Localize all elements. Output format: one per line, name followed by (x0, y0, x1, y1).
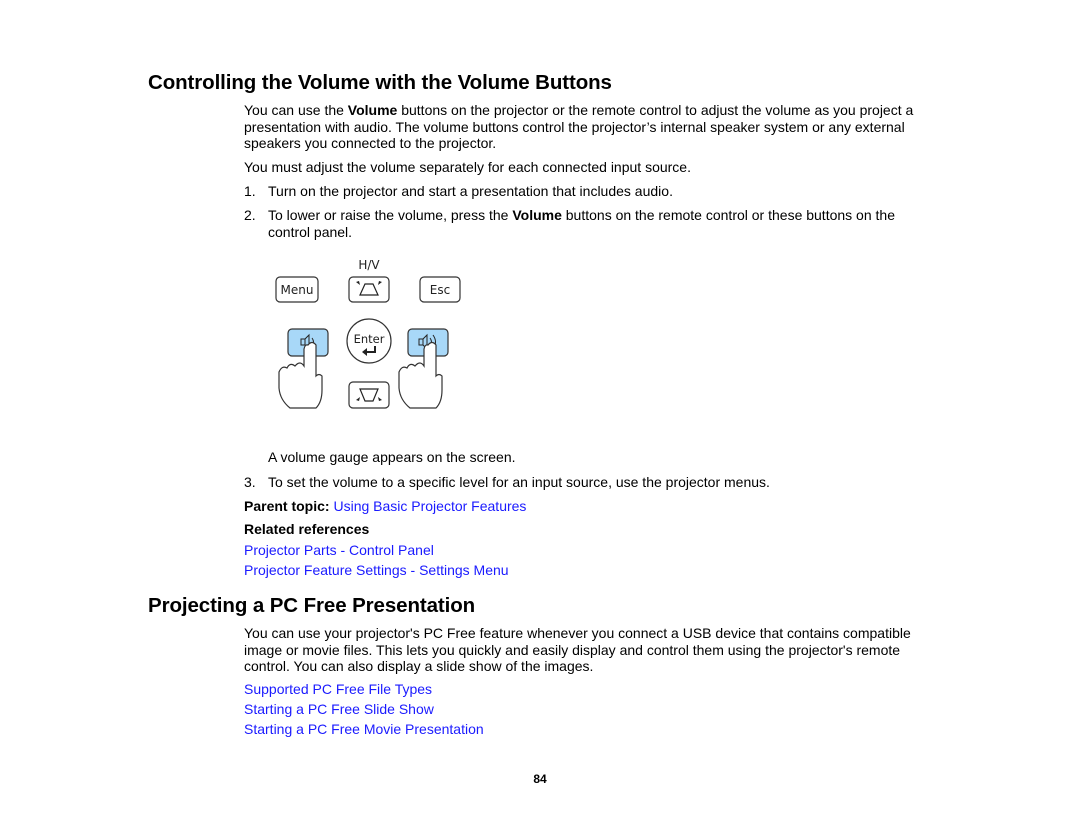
pc-free-link-3-row: Starting a PC Free Movie Presentation (244, 721, 934, 738)
step-text: To set the volume to a specific level fo… (268, 474, 770, 490)
pc-free-link-1-row: Supported PC Free File Types (244, 681, 934, 698)
esc-button[interactable]: Esc (419, 276, 461, 303)
volume-note: You must adjust the volume separately fo… (244, 159, 691, 175)
control-panel-illustration: H/V Menu Esc Enter (270, 252, 470, 417)
step-2: 2. To lower or raise the volume, press t… (244, 207, 934, 240)
related-link-settings-menu[interactable]: Projector Feature Settings - Settings Me… (244, 562, 509, 578)
step-number: 3. (244, 474, 256, 490)
section-title-pc-free: Projecting a PC Free Presentation (148, 594, 476, 617)
enter-button[interactable]: Enter (346, 318, 392, 364)
parent-topic-label: Parent topic: (244, 498, 330, 514)
link-slide-show[interactable]: Starting a PC Free Slide Show (244, 701, 434, 717)
step-text: Turn on the projector and start a presen… (268, 183, 673, 199)
parent-topic-link[interactable]: Using Basic Projector Features (333, 498, 526, 514)
intro-text-pre: You can use the (244, 102, 348, 118)
hv-label: H/V (358, 258, 380, 272)
intro-text-bold: Volume (347, 102, 398, 118)
menu-label: Menu (281, 283, 314, 297)
step-text-bold: Volume (512, 207, 562, 223)
step-3: 3. To set the volume to a specific level… (244, 474, 934, 491)
step-1: 1. Turn on the projector and start a pre… (244, 183, 934, 200)
section-title-volume: Controlling the Volume with the Volume B… (148, 71, 612, 94)
step-text-pre: To lower or raise the volume, press the (268, 207, 513, 223)
page-number: 84 (533, 772, 547, 786)
pc-free-link-2-row: Starting a PC Free Slide Show (244, 701, 934, 718)
link-movie-presentation[interactable]: Starting a PC Free Movie Presentation (244, 721, 484, 737)
related-link-1-row: Projector Parts - Control Panel (244, 542, 934, 559)
related-link-control-panel[interactable]: Projector Parts - Control Panel (244, 542, 434, 558)
related-link-2-row: Projector Feature Settings - Settings Me… (244, 562, 934, 579)
keystone-horizontal-button[interactable] (348, 381, 390, 409)
parent-topic: Parent topic: Using Basic Projector Feat… (244, 498, 934, 515)
step-2-result: A volume gauge appears on the screen. (268, 449, 516, 465)
step-text: To lower or raise the volume, press the … (268, 207, 934, 240)
volume-intro-paragraph: You can use the Volume buttons on the pr… (244, 102, 934, 152)
pc-free-intro-paragraph: You can use your projector's PC Free fea… (244, 625, 911, 674)
related-references-heading: Related references (244, 521, 370, 537)
link-supported-file-types[interactable]: Supported PC Free File Types (244, 681, 432, 697)
esc-label: Esc (430, 283, 450, 297)
step-number: 2. (244, 207, 256, 223)
keystone-vertical-button[interactable] (348, 276, 390, 303)
step-number: 1. (244, 183, 256, 199)
menu-button[interactable]: Menu (275, 276, 319, 303)
enter-label: Enter (354, 332, 385, 346)
